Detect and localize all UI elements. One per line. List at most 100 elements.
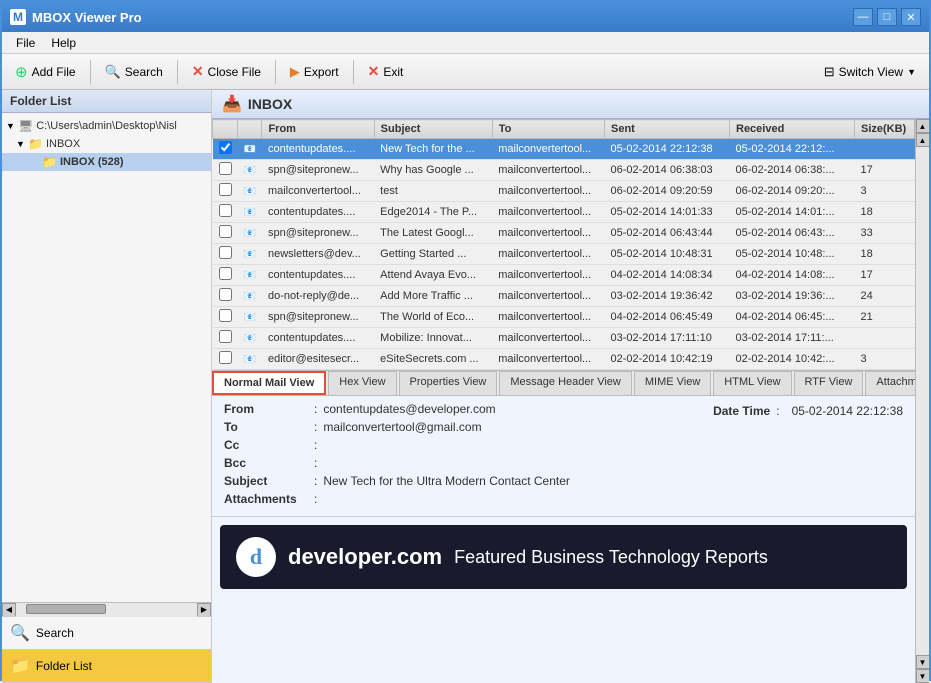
row-size: 3 [855,349,915,370]
row-sent: 03-02-2014 17:11:10 [605,328,730,349]
table-row[interactable]: 📧 spn@sitepronew... Why has Google ... m… [213,160,915,181]
scroll-thumb[interactable] [26,604,106,614]
row-from: do-not-reply@de... [262,286,374,307]
menu-help[interactable]: Help [43,34,84,52]
col-header-received[interactable]: Received [730,120,855,139]
folder-list-nav-button[interactable]: 📁 Folder List [2,650,211,683]
tab-message-header-view[interactable]: Message Header View [499,371,631,395]
table-row[interactable]: 📧 editor@esitesecr... eSiteSecrets.com .… [213,349,915,370]
tab-rtf-view[interactable]: RTF View [794,371,864,395]
row-to: mailconvertertool... [492,349,604,370]
tab-hex-view[interactable]: Hex View [328,371,396,395]
row-checkbox[interactable] [213,223,238,244]
row-from: mailconvertertool... [262,181,374,202]
mail-detail: From : contentupdates@developer.com Date… [212,396,915,683]
scroll-left-btn[interactable]: ◀ [2,603,16,617]
row-to: mailconvertertool... [492,328,604,349]
tree-label-inbox-selected: INBOX (528) [60,156,207,168]
row-sent: 06-02-2014 06:38:03 [605,160,730,181]
table-header-row: From Subject To Sent Received Size(KB) [213,120,915,139]
row-checkbox[interactable] [213,286,238,307]
row-checkbox[interactable] [213,202,238,223]
toolbar: ⊕ Add File 🔍 Search ✕ Close File ▶ Expor… [2,54,929,90]
tab-properties-view[interactable]: Properties View [399,371,498,395]
row-checkbox[interactable] [213,265,238,286]
date-time-label: Date Time [713,404,770,418]
folder-tree: ▼ 🖥 C:\Users\admin\Desktop\Nisl ▼ 📁 INBO… [2,113,211,602]
scroll-right-btn[interactable]: ▶ [197,603,211,617]
folder-icon-inbox-parent: 📁 [28,137,43,151]
table-row[interactable]: 📧 contentupdates.... New Tech for the ..… [213,139,915,160]
row-checkbox[interactable] [213,349,238,370]
table-row[interactable]: 📧 contentupdates.... Edge2014 - The P...… [213,202,915,223]
row-checkbox[interactable] [213,244,238,265]
row-received: 06-02-2014 09:20:... [730,181,855,202]
row-received: 05-02-2014 22:12:... [730,139,855,160]
row-checkbox[interactable] [213,328,238,349]
row-attach: 📧 [238,160,262,181]
subject-label: Subject [224,474,314,488]
search-button[interactable]: 🔍 Search [96,60,172,84]
col-header-to[interactable]: To [492,120,604,139]
menu-file[interactable]: File [8,34,43,52]
add-file-button[interactable]: ⊕ Add File [6,59,85,85]
from-label: From [224,402,314,416]
maximize-button[interactable]: □ [877,8,897,26]
table-row[interactable]: 📧 newsletters@dev... Getting Started ...… [213,244,915,265]
exit-button[interactable]: ✕ Exit [359,59,413,84]
row-attach: 📧 [238,223,262,244]
table-row[interactable]: 📧 spn@sitepronew... The World of Eco... … [213,307,915,328]
col-header-from[interactable]: From [262,120,374,139]
tree-item-drive[interactable]: ▼ 🖥 C:\Users\admin\Desktop\Nisl [2,117,211,135]
tree-item-inbox-selected[interactable]: 📁 INBOX (528) [2,153,211,171]
folder-horizontal-scrollbar[interactable]: ◀ ▶ [2,602,211,616]
table-row[interactable]: 📧 contentupdates.... Attend Avaya Evo...… [213,265,915,286]
table-row[interactable]: 📧 mailconvertertool... test mailconverte… [213,181,915,202]
row-checkbox[interactable] [213,307,238,328]
row-checkbox[interactable] [213,181,238,202]
right-main: From Subject To Sent Received Size(KB) [212,119,915,683]
col-header-size[interactable]: Size(KB) [855,120,915,139]
scroll-track[interactable] [16,603,197,617]
date-time-value: 05-02-2014 22:12:38 [792,404,903,418]
banner-tagline: Featured Business Technology Reports [454,547,768,568]
row-subject: test [374,181,492,202]
switch-view-button[interactable]: ⊟ Switch View ▼ [815,60,925,84]
col-header-subject[interactable]: Subject [374,120,492,139]
col-header-sent[interactable]: Sent [605,120,730,139]
exit-icon: ✕ [368,63,380,80]
row-from: spn@sitepronew... [262,160,374,181]
search-nav-button[interactable]: 🔍 Search [2,617,211,650]
row-from: contentupdates.... [262,202,374,223]
scroll-up-btn-2[interactable]: ▲ [916,133,930,147]
row-to: mailconvertertool... [492,160,604,181]
tab-mime-view[interactable]: MIME View [634,371,711,395]
table-row[interactable]: 📧 do-not-reply@de... Add More Traffic ..… [213,286,915,307]
row-subject: Add More Traffic ... [374,286,492,307]
left-panel: Folder List ▼ 🖥 C:\Users\admin\Desktop\N… [2,90,212,683]
scroll-track-right[interactable] [916,147,930,655]
row-size: 21 [855,307,915,328]
search-icon: 🔍 [105,64,121,80]
row-received: 05-02-2014 14:01:... [730,202,855,223]
tree-item-inbox-parent[interactable]: ▼ 📁 INBOX [2,135,211,153]
minimize-button[interactable]: — [853,8,873,26]
close-file-button[interactable]: ✕ Close File [183,59,270,84]
tab-html-view[interactable]: HTML View [713,371,791,395]
table-row[interactable]: 📧 contentupdates.... Mobilize: Innovat..… [213,328,915,349]
tab-attachments[interactable]: Attachments [865,371,915,395]
toolbar-separator-4 [353,60,354,84]
table-row[interactable]: 📧 spn@sitepronew... The Latest Googl... … [213,223,915,244]
close-button[interactable]: ✕ [901,8,921,26]
scroll-up-btn[interactable]: ▲ [916,119,930,133]
scroll-down-btn[interactable]: ▼ [916,655,930,669]
tab-normal-mail-view[interactable]: Normal Mail View [212,371,326,395]
row-subject: eSiteSecrets.com ... [374,349,492,370]
row-checkbox[interactable] [213,160,238,181]
row-size: 3 [855,181,915,202]
titlebar: M MBOX Viewer Pro — □ ✕ [2,2,929,32]
mail-banner: d developer.com Featured Business Techno… [220,525,907,589]
right-scrollbar[interactable]: ▲ ▲ ▼ ▼ [915,119,929,683]
export-button[interactable]: ▶ Export [281,60,348,84]
row-checkbox[interactable] [213,139,238,160]
